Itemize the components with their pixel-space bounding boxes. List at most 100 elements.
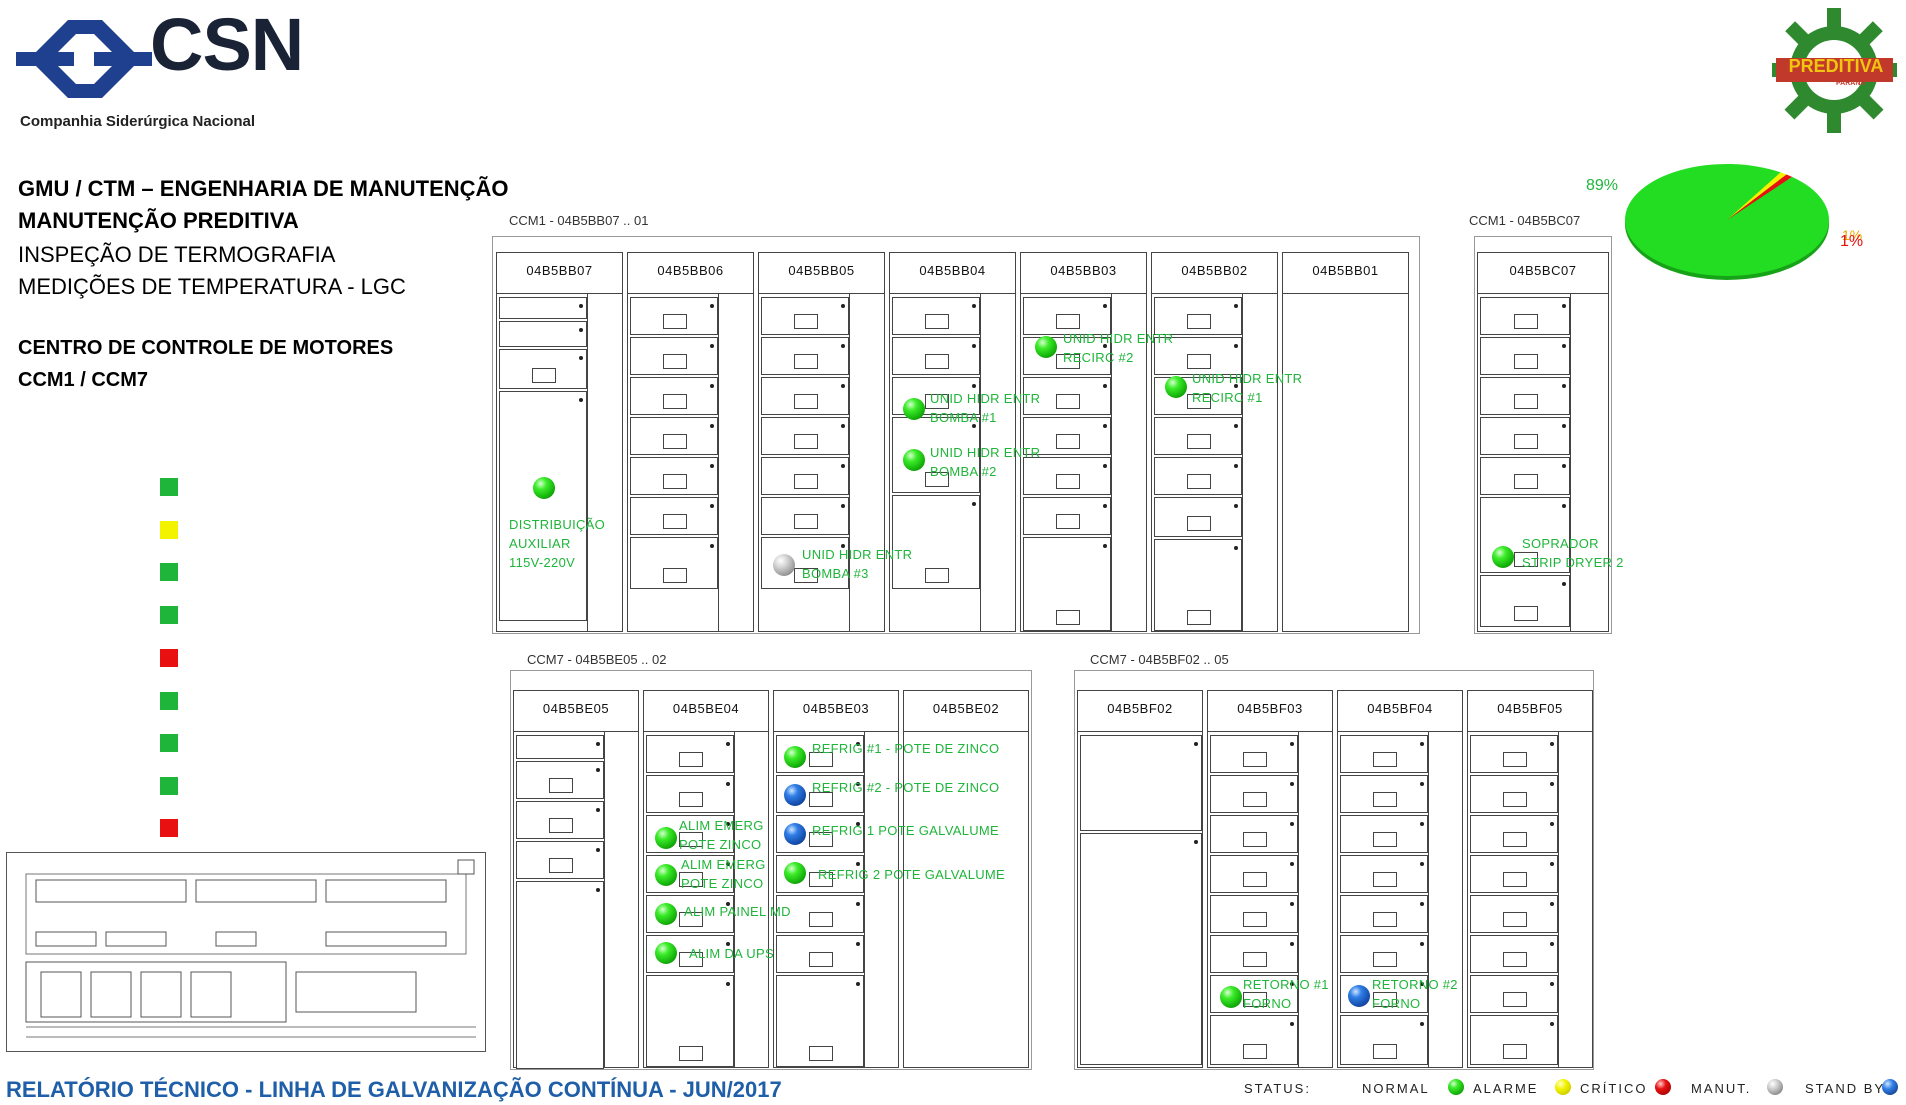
drawer-handle[interactable] xyxy=(1187,516,1211,531)
drawer[interactable] xyxy=(1480,575,1570,627)
drawer[interactable] xyxy=(1023,497,1111,535)
cabinet[interactable]: 04B5BB07 xyxy=(496,252,623,632)
drawer[interactable] xyxy=(1154,417,1242,455)
drawer-handle[interactable] xyxy=(1056,514,1080,529)
drawer[interactable] xyxy=(1210,1015,1298,1065)
drawer-handle[interactable] xyxy=(1056,314,1080,329)
drawer-handle[interactable] xyxy=(1056,610,1080,625)
cabinet[interactable]: 04B5BF02 xyxy=(1077,690,1203,1068)
drawer-handle[interactable] xyxy=(1514,606,1538,621)
drawer[interactable] xyxy=(499,349,587,389)
drawer-handle[interactable] xyxy=(663,354,687,369)
drawer[interactable] xyxy=(1080,735,1202,831)
drawer[interactable] xyxy=(1210,895,1298,933)
status-ball-alim-ups[interactable] xyxy=(655,942,677,964)
drawer-handle[interactable] xyxy=(663,434,687,449)
drawer-handle[interactable] xyxy=(1503,752,1527,767)
drawer-handle[interactable] xyxy=(794,434,818,449)
drawer-handle[interactable] xyxy=(1503,992,1527,1007)
drawer-handle[interactable] xyxy=(1373,792,1397,807)
drawer[interactable] xyxy=(1340,895,1428,933)
drawer[interactable] xyxy=(761,497,849,535)
drawer-handle[interactable] xyxy=(663,514,687,529)
drawer-handle[interactable] xyxy=(1514,394,1538,409)
drawer-handle[interactable] xyxy=(1243,912,1267,927)
drawer-handle[interactable] xyxy=(549,818,573,833)
drawer-handle[interactable] xyxy=(679,792,703,807)
drawer-handle[interactable] xyxy=(809,912,833,927)
drawer[interactable] xyxy=(630,497,718,535)
drawer[interactable] xyxy=(1340,735,1428,773)
drawer[interactable] xyxy=(1480,297,1570,335)
drawer[interactable] xyxy=(1340,1015,1428,1065)
drawer-handle[interactable] xyxy=(1373,1044,1397,1059)
drawer-handle[interactable] xyxy=(1187,434,1211,449)
drawer[interactable] xyxy=(630,337,718,375)
status-ball-alim-emerg2[interactable] xyxy=(655,864,677,886)
drawer[interactable] xyxy=(499,321,587,347)
drawer[interactable] xyxy=(516,801,604,839)
drawer[interactable] xyxy=(516,761,604,799)
drawer[interactable] xyxy=(1340,935,1428,973)
drawer[interactable] xyxy=(499,297,587,319)
cabinet[interactable]: 04B5BC07 xyxy=(1477,252,1609,632)
status-ball-refrig2-galv[interactable] xyxy=(784,862,806,884)
drawer-handle[interactable] xyxy=(1503,952,1527,967)
drawer-handle[interactable] xyxy=(1243,752,1267,767)
drawer-handle[interactable] xyxy=(1503,832,1527,847)
drawer-handle[interactable] xyxy=(663,394,687,409)
drawer-handle[interactable] xyxy=(1243,872,1267,887)
drawer-handle[interactable] xyxy=(549,778,573,793)
drawer[interactable] xyxy=(1480,377,1570,415)
drawer-handle[interactable] xyxy=(1503,912,1527,927)
status-ball-retorno1[interactable] xyxy=(1220,986,1242,1008)
drawer[interactable] xyxy=(761,297,849,335)
status-ball-dist-aux[interactable] xyxy=(533,477,555,499)
drawer-handle[interactable] xyxy=(1243,792,1267,807)
drawer[interactable] xyxy=(1340,815,1428,853)
drawer-handle[interactable] xyxy=(794,514,818,529)
drawer-handle[interactable] xyxy=(1373,832,1397,847)
cabinet[interactable]: 04B5BB02 xyxy=(1151,252,1278,632)
drawer-handle[interactable] xyxy=(679,752,703,767)
drawer-handle[interactable] xyxy=(1187,354,1211,369)
drawer[interactable] xyxy=(761,337,849,375)
drawer[interactable] xyxy=(1470,735,1558,773)
drawer-handle[interactable] xyxy=(1187,474,1211,489)
drawer[interactable] xyxy=(516,881,604,1069)
drawer-handle[interactable] xyxy=(1373,872,1397,887)
drawer[interactable] xyxy=(1470,775,1558,813)
cabinet[interactable]: 04B5BE05 xyxy=(513,690,639,1069)
drawer[interactable] xyxy=(1480,417,1570,455)
drawer-handle[interactable] xyxy=(794,474,818,489)
drawer[interactable] xyxy=(1023,537,1111,631)
drawer-handle[interactable] xyxy=(1243,832,1267,847)
status-ball-bomba2[interactable] xyxy=(903,449,925,471)
status-ball-soprador[interactable] xyxy=(1492,546,1514,568)
drawer[interactable] xyxy=(1470,815,1558,853)
status-ball-alim-painel[interactable] xyxy=(655,903,677,925)
drawer[interactable] xyxy=(892,337,980,375)
drawer[interactable] xyxy=(1210,775,1298,813)
status-ball-bomba1[interactable] xyxy=(903,398,925,420)
drawer[interactable] xyxy=(646,775,734,813)
drawer[interactable] xyxy=(630,297,718,335)
drawer[interactable] xyxy=(516,735,604,759)
drawer-handle[interactable] xyxy=(1056,394,1080,409)
drawer[interactable] xyxy=(630,457,718,495)
drawer[interactable] xyxy=(1210,815,1298,853)
drawer-handle[interactable] xyxy=(1503,1044,1527,1059)
drawer[interactable] xyxy=(892,297,980,335)
status-ball-bomba3[interactable] xyxy=(773,554,795,576)
drawer[interactable] xyxy=(1480,457,1570,495)
drawer[interactable] xyxy=(761,377,849,415)
status-ball-alim-emerg1[interactable] xyxy=(655,827,677,849)
drawer[interactable] xyxy=(1154,539,1242,631)
drawer[interactable] xyxy=(630,377,718,415)
drawer-handle[interactable] xyxy=(532,368,556,383)
drawer[interactable] xyxy=(1340,775,1428,813)
drawer[interactable] xyxy=(761,417,849,455)
drawer[interactable] xyxy=(630,537,718,589)
drawer-handle[interactable] xyxy=(1514,474,1538,489)
drawer[interactable] xyxy=(499,391,587,621)
